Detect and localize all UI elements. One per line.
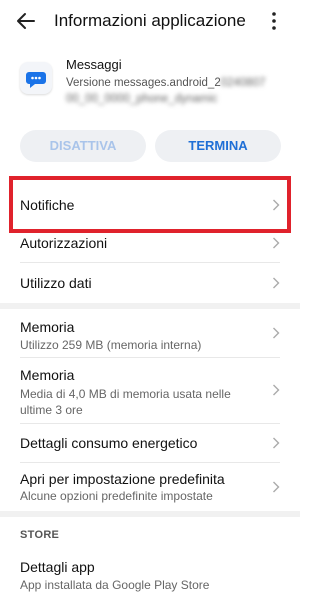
page-title: Informazioni applicazione [54, 11, 246, 30]
app-version-text: Versione messages.android_2 [66, 77, 221, 89]
settings-row-memory[interactable]: Memoria Media di 4,0 MB di memoria usata… [0, 358, 300, 422]
section-separator [0, 511, 300, 517]
app-version: Versione messages.android_20240807 [66, 76, 266, 91]
settings-row-subtitle: App installata da Google Play Store [20, 578, 210, 592]
settings-row-label: Memoria [20, 319, 75, 335]
chevron-right-icon [273, 237, 280, 249]
force-stop-button[interactable]: TERMINA [155, 130, 281, 162]
section-header-store: STORE [20, 529, 60, 541]
settings-row-label: Autorizzazioni [20, 235, 108, 251]
chevron-right-icon [273, 384, 280, 396]
settings-row-power-usage[interactable]: Dettagli consumo energetico [0, 424, 300, 462]
settings-row-label: Memoria [20, 367, 75, 383]
settings-row-storage[interactable]: Memoria Utilizzo 259 MB (memoria interna… [0, 309, 300, 357]
chevron-right-icon [273, 481, 280, 493]
settings-row-permissions[interactable]: Autorizzazioni [0, 228, 300, 260]
settings-row-label: Dettagli app [20, 559, 95, 575]
highlight-box [9, 176, 291, 233]
app-name: Messaggi [66, 57, 122, 72]
settings-row-subtitle: Utilizzo 259 MB (memoria interna) [20, 338, 202, 352]
settings-row-label: Apri per impostazione predefinita [20, 471, 225, 487]
app-version-redacted-line2: 00_00_0000_phone_dynamic [66, 93, 218, 105]
disable-button[interactable]: DISATTIVA [20, 130, 146, 162]
settings-row-app-details[interactable]: Dettagli app App installata da Google Pl… [0, 552, 300, 600]
app-version-redacted: 0240807 [220, 77, 266, 89]
top-app-bar: Informazioni applicazione [0, 0, 300, 44]
settings-row-data-usage[interactable]: Utilizzo dati [0, 263, 300, 303]
app-version-line2: 00_00_0000_phone_dynamic [66, 92, 218, 107]
settings-row-subtitle: Media di 4,0 MB di memoria usata nelle u… [20, 387, 231, 417]
chevron-right-icon [273, 277, 280, 289]
settings-row-label: Dettagli consumo energetico [20, 435, 198, 451]
settings-row-label: Utilizzo dati [20, 275, 92, 291]
settings-row-open-by-default[interactable]: Apri per impostazione predefinita Alcune… [0, 463, 300, 511]
app-icon [20, 62, 52, 94]
settings-row-subtitle: Alcune opzioni predefinite impostate [20, 489, 213, 503]
chevron-right-icon [273, 327, 280, 339]
chevron-right-icon [273, 437, 280, 449]
back-arrow-icon[interactable] [14, 9, 38, 33]
more-options-icon[interactable] [264, 9, 284, 33]
